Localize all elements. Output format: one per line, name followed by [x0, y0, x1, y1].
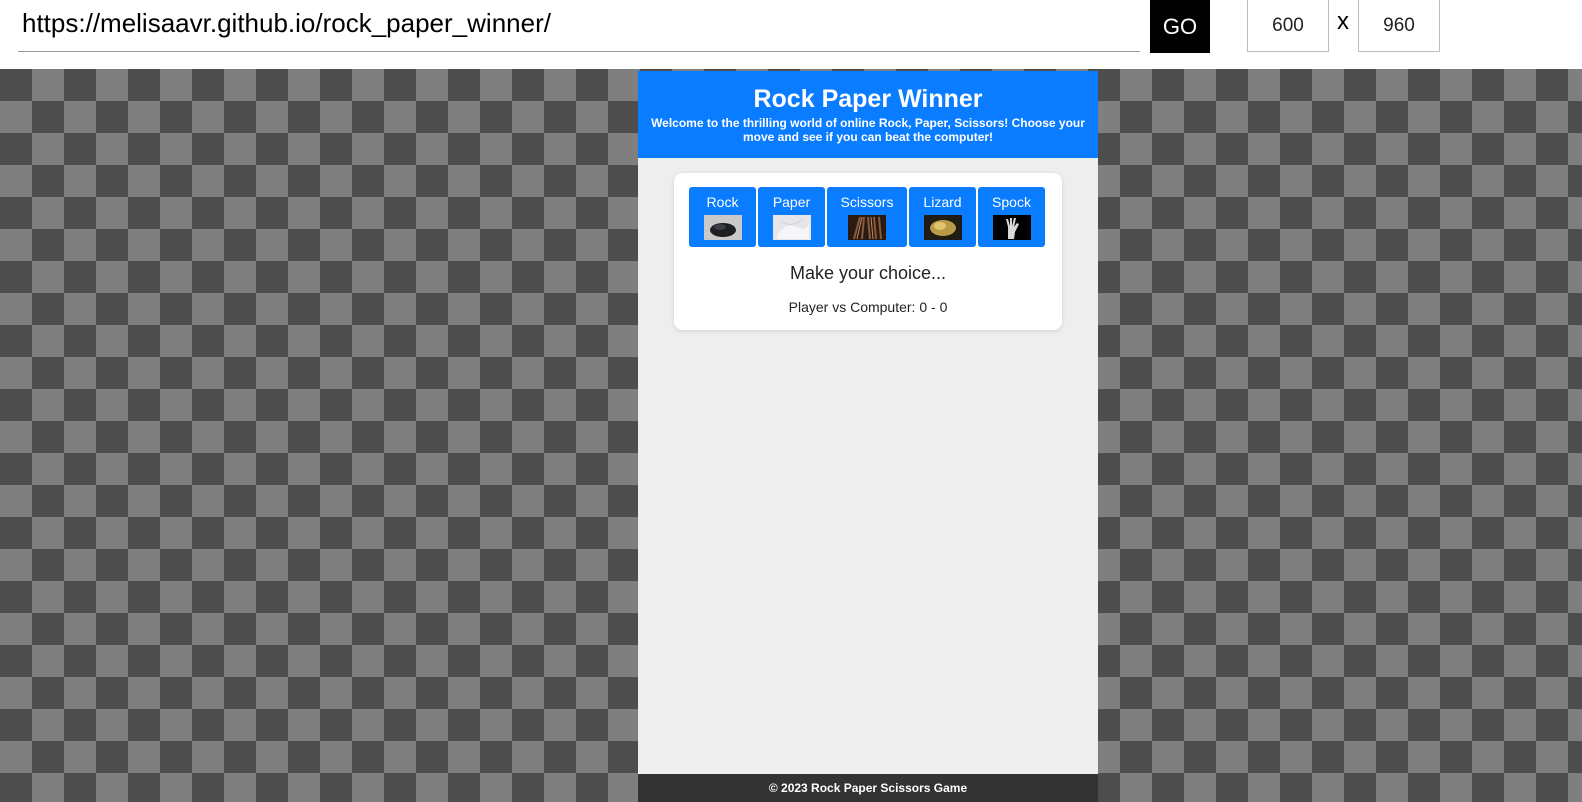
site-header: Rock Paper Winner Welcome to the thrilli…: [638, 71, 1098, 158]
url-input[interactable]: [18, 0, 1140, 52]
go-button[interactable]: GO: [1150, 0, 1210, 53]
spock-hand-image: [992, 215, 1031, 240]
choice-buttons: Rock Paper Scissors Lizard Spock: [689, 187, 1045, 247]
choice-label: Lizard: [923, 194, 962, 210]
viewport-height-input[interactable]: [1358, 0, 1440, 52]
choice-scissors-button[interactable]: Scissors: [827, 187, 907, 247]
page-title: Rock Paper Winner: [753, 85, 983, 113]
choice-rock-button[interactable]: Rock: [689, 187, 756, 247]
scissors-image: [848, 215, 886, 240]
choice-label: Paper: [772, 194, 811, 210]
dimension-separator: x: [1337, 8, 1349, 35]
game-card: Rock Paper Scissors Lizard Spock Make yo…: [674, 173, 1062, 330]
choice-lizard-button[interactable]: Lizard: [909, 187, 976, 247]
paper-image: [772, 215, 811, 240]
lizard-image: [923, 215, 962, 240]
emulated-page: Rock Paper Winner Welcome to the thrilli…: [638, 71, 1098, 802]
site-footer: © 2023 Rock Paper Scissors Game: [638, 774, 1098, 802]
toolbar: GO x: [0, 0, 1582, 69]
score-display: Player vs Computer: 0 - 0: [788, 299, 948, 315]
footer-text: © 2023 Rock Paper Scissors Game: [768, 781, 968, 795]
choice-label: Rock: [706, 194, 739, 210]
rock-image: [703, 215, 742, 240]
choice-label: Spock: [992, 194, 1031, 210]
choice-spock-button[interactable]: Spock: [978, 187, 1045, 247]
choice-paper-button[interactable]: Paper: [758, 187, 825, 247]
page-subtitle: Welcome to the thrilling world of online…: [651, 116, 1085, 144]
status-message: Make your choice...: [789, 263, 947, 283]
choice-label: Scissors: [840, 194, 894, 210]
viewport-width-input[interactable]: [1247, 0, 1329, 52]
